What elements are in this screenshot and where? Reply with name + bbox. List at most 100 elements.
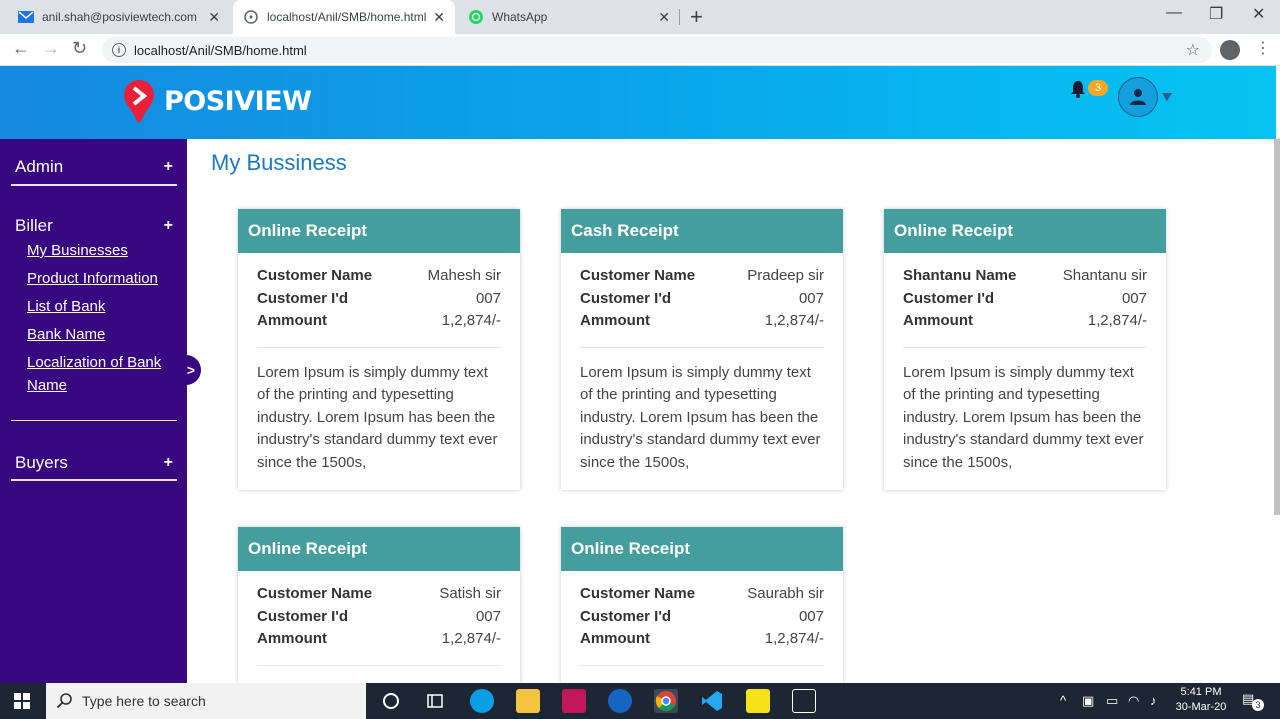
card-row: Ammount 1,2,874/- bbox=[257, 628, 501, 651]
cortana-icon[interactable] bbox=[379, 689, 403, 713]
notification-badge: 3 bbox=[1088, 80, 1108, 96]
brand-logo[interactable]: POSIVIEW bbox=[122, 78, 312, 124]
card-row: Customer I'd 007 bbox=[257, 288, 501, 311]
battery-icon[interactable]: ▭ bbox=[1106, 693, 1118, 709]
card-row: Customer I'd 007 bbox=[580, 288, 824, 311]
avatar[interactable] bbox=[1118, 77, 1158, 117]
windows-taskbar: Type here to search ^ ▣ ▭ ◠ ♪ 5:41 PM 30… bbox=[0, 683, 1280, 719]
app-icon[interactable] bbox=[608, 689, 632, 713]
close-tab-icon[interactable]: ✕ bbox=[658, 9, 670, 26]
sticky-notes-icon[interactable] bbox=[746, 689, 770, 713]
receipt-card[interactable]: Cash Receipt Customer Name Pradeep sir Cu… bbox=[561, 209, 843, 490]
network-icon[interactable]: ▣ bbox=[1082, 693, 1094, 709]
file-explorer-icon[interactable] bbox=[516, 689, 540, 713]
receipt-card[interactable]: Online Receipt Shantanu Name Shantanu sir… bbox=[884, 209, 1166, 490]
chevron-down-icon[interactable] bbox=[1162, 93, 1172, 101]
card-row-value: 007 bbox=[475, 607, 501, 625]
window-close-icon[interactable]: ✕ bbox=[1252, 4, 1265, 24]
bookmark-star-icon[interactable]: ☆ bbox=[1186, 40, 1200, 60]
sidebar-section-admin[interactable]: Admin + bbox=[11, 157, 177, 177]
maximize-icon[interactable]: ❐ bbox=[1209, 4, 1223, 24]
receipt-card[interactable]: Online Receipt Customer Name Saurabh sir … bbox=[561, 527, 843, 683]
receipt-card[interactable]: Online Receipt Customer Name Satish sir C… bbox=[238, 527, 520, 683]
browser-tab-home[interactable]: localhost/Anil/SMB/home.html ✕ bbox=[233, 0, 455, 34]
search-icon bbox=[56, 692, 74, 713]
card-divider bbox=[257, 664, 501, 666]
browser-toolbar: ← → ↻ i localhost/Anil/SMB/home.html ☆ bbox=[0, 34, 1280, 66]
card-row: Customer I'd 007 bbox=[580, 606, 824, 629]
browser-tab-mail[interactable]: anil.shah@posiviewtech.com ✕ bbox=[8, 0, 230, 34]
sidebar-section-label: Buyers bbox=[15, 453, 68, 472]
task-view-icon[interactable] bbox=[423, 689, 447, 713]
receipt-card[interactable]: Online Receipt Customer Name Mahesh sir C… bbox=[238, 209, 520, 490]
card-row-label: Customer Name bbox=[257, 585, 373, 602]
sidebar-collapse-button[interactable]: > bbox=[177, 355, 201, 385]
reload-icon[interactable]: ↻ bbox=[72, 38, 87, 59]
card-row: Customer Name Mahesh sir bbox=[257, 265, 501, 288]
card-row: Shantanu Name Shantanu sir bbox=[903, 265, 1147, 288]
card-row-label: Customer I'd bbox=[903, 289, 995, 307]
card-divider bbox=[580, 346, 824, 348]
sidebar-link-product-information[interactable]: Product Information bbox=[27, 267, 177, 290]
sidebar-section-biller[interactable]: Biller + My Businesses Product Informati… bbox=[11, 216, 177, 397]
new-tab-icon[interactable]: + bbox=[690, 4, 703, 30]
sidebar-link-my-businesses[interactable]: My Businesses bbox=[27, 239, 177, 262]
sidebar-divider bbox=[11, 184, 177, 186]
forward-icon[interactable]: → bbox=[42, 38, 60, 59]
paint-app-icon[interactable] bbox=[562, 689, 586, 713]
address-bar[interactable]: i localhost/Anil/SMB/home.html ☆ bbox=[102, 37, 1212, 63]
tab-title: localhost/Anil/SMB/home.html bbox=[267, 10, 427, 24]
card-description: Lorem Ipsum is simply dummy text of the … bbox=[257, 363, 498, 471]
bell-icon[interactable] bbox=[1070, 80, 1086, 98]
card-row-value: 007 bbox=[798, 289, 824, 307]
browser-tab-whatsapp[interactable]: WhatsApp ✕ bbox=[458, 0, 680, 34]
wifi-icon[interactable]: ◠ bbox=[1128, 693, 1139, 709]
browser-menu-icon[interactable]: ⋮ bbox=[1255, 38, 1271, 58]
page-scrollbar[interactable] bbox=[1274, 139, 1280, 515]
expand-plus-icon[interactable]: + bbox=[164, 158, 173, 176]
taskbar-search-input[interactable]: Type here to search bbox=[46, 683, 366, 719]
card-divider bbox=[257, 346, 501, 348]
sidebar: Admin + Biller + My Businesses Product I… bbox=[0, 139, 187, 683]
card-row-label: Customer Name bbox=[257, 267, 373, 284]
info-icon[interactable]: i bbox=[112, 43, 126, 57]
chrome-icon[interactable] bbox=[654, 689, 678, 713]
close-tab-icon[interactable]: ✕ bbox=[433, 9, 445, 26]
windows-start-icon[interactable] bbox=[14, 693, 30, 709]
profile-icon[interactable] bbox=[1220, 40, 1240, 60]
chevron-up-icon[interactable]: ^ bbox=[1060, 693, 1066, 708]
taskbar-clock[interactable]: 5:41 PM 30-Mar-20 bbox=[1170, 685, 1232, 715]
card-row-label: Customer Name bbox=[580, 585, 696, 602]
logo-pin-icon bbox=[122, 78, 156, 124]
vscode-icon[interactable] bbox=[700, 689, 724, 713]
close-tab-icon[interactable]: ✕ bbox=[208, 9, 220, 26]
sidebar-link-bank-name[interactable]: Bank Name bbox=[27, 323, 177, 346]
photos-icon[interactable] bbox=[792, 689, 816, 713]
page-title: My Bussiness bbox=[211, 150, 347, 175]
url-text: localhost/Anil/SMB/home.html bbox=[134, 42, 307, 58]
card-row-value: Saurabh sir bbox=[747, 585, 824, 602]
back-icon[interactable]: ← bbox=[12, 38, 30, 59]
card-row: Customer Name Satish sir bbox=[257, 583, 501, 606]
expand-plus-icon[interactable]: + bbox=[164, 454, 173, 472]
card-row-label: Ammount bbox=[580, 312, 650, 329]
sidebar-section-buyers[interactable]: Buyers + bbox=[11, 453, 177, 473]
skype-icon[interactable] bbox=[470, 689, 494, 713]
card-divider bbox=[580, 664, 824, 666]
browser-tabstrip: anil.shah@posiviewtech.com ✕ localhost/A… bbox=[0, 0, 1280, 34]
card-row: Customer I'd 007 bbox=[903, 288, 1147, 311]
card-row-value: 1,2,874/- bbox=[441, 630, 501, 647]
card-row-label: Customer I'd bbox=[257, 607, 349, 625]
sidebar-section-label: Biller bbox=[15, 216, 53, 235]
card-row-value: 1,2,874/- bbox=[1087, 312, 1147, 329]
volume-icon[interactable]: ♪ bbox=[1150, 693, 1157, 708]
sidebar-section-label: Admin bbox=[15, 157, 64, 176]
card-row: Customer Name Pradeep sir bbox=[580, 265, 824, 288]
card-row-value: 1,2,874/- bbox=[764, 630, 824, 647]
minimize-icon[interactable]: — bbox=[1166, 4, 1182, 22]
expand-plus-icon[interactable]: + bbox=[164, 217, 173, 235]
mail-icon bbox=[18, 9, 34, 25]
card-row-label: Ammount bbox=[257, 630, 327, 647]
sidebar-link-localization-of-bank-name[interactable]: Localization of Bank Name bbox=[27, 351, 167, 397]
sidebar-link-list-of-bank[interactable]: List of Bank bbox=[27, 295, 177, 318]
